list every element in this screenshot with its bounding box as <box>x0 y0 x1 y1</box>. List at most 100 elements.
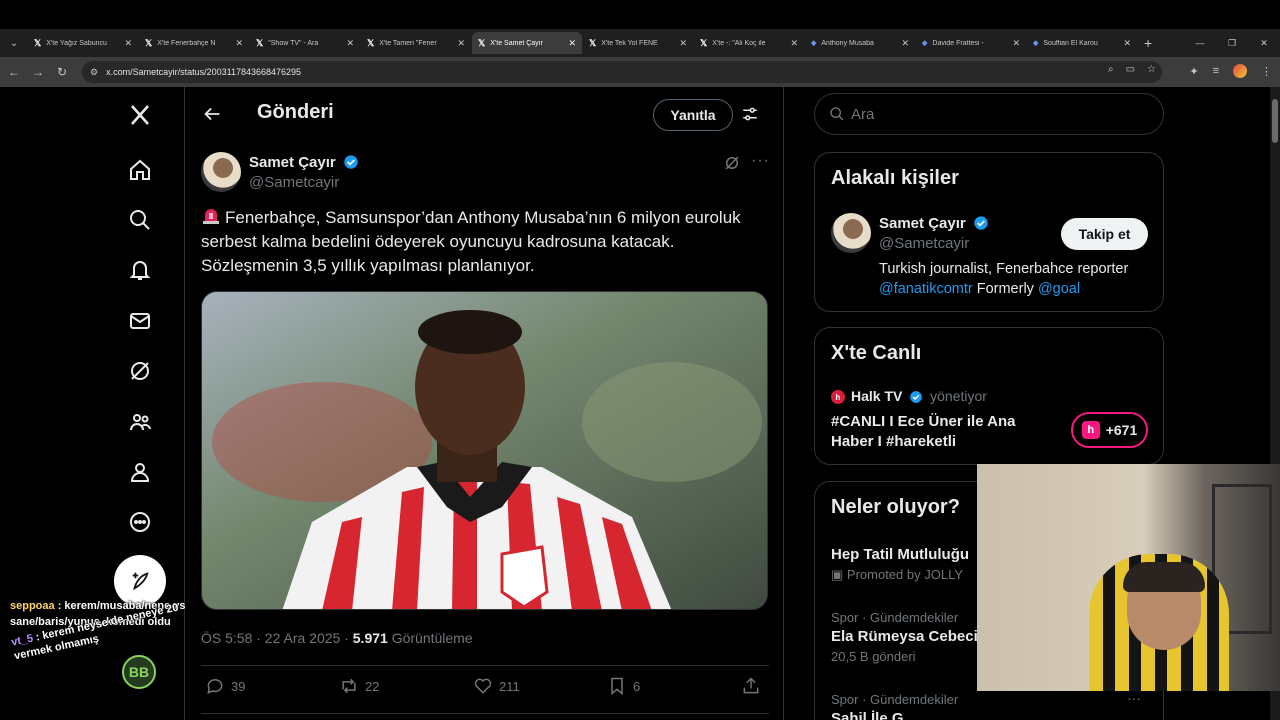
browser-tab[interactable]: 𝕏 X'te Tameri "Fener ✕ <box>361 32 471 54</box>
post-time-date[interactable]: ÖS 5:58 · 22 Ara 2025 · <box>201 630 353 646</box>
webcam-person-hair <box>1123 562 1205 592</box>
messages-icon[interactable] <box>124 305 156 337</box>
trend-item[interactable]: Spor · Gündemdekiler Ela Rümeysa Cebeci … <box>831 610 978 664</box>
zoom-icon[interactable]: ⌕ <box>1108 64 1114 75</box>
bio-link-fanatik[interactable]: @fanatikcomtr <box>879 281 973 297</box>
browser-menu-icon[interactable]: ⋮ <box>1261 65 1272 78</box>
site-info-icon[interactable]: ⚙ <box>90 67 98 78</box>
x-favicon-icon: 𝕏 <box>145 37 153 48</box>
related-name[interactable]: Samet Çayır <box>879 215 966 232</box>
verified-badge-icon <box>974 216 988 230</box>
forward-nav-icon[interactable]: → <box>26 65 50 79</box>
browser-tab[interactable]: ◆ Anthony Musaba ✕ <box>805 32 915 54</box>
back-arrow-icon[interactable] <box>201 103 223 125</box>
tab-close-icon[interactable]: ✕ <box>790 38 798 49</box>
profile-avatar[interactable] <box>1233 64 1247 78</box>
profile-icon[interactable] <box>124 456 156 488</box>
trend-sub: Promoted by JOLLY <box>846 567 963 582</box>
related-bio: Turkish journalist, Fenerbahce reporter … <box>879 259 1153 299</box>
home-icon[interactable] <box>124 154 156 186</box>
post-more-icon[interactable]: ··· <box>751 152 770 170</box>
live-stream-title[interactable]: #CANLI I Ece Üner ile Ana Haber I #harek… <box>831 412 1051 452</box>
tab-close-icon[interactable]: ✕ <box>1012 38 1020 49</box>
trend-item[interactable]: Spor · Gündemdekiler Sahil İle G <box>831 692 958 720</box>
url-input[interactable]: ⚙ x.com/Sametcayir/status/20031178436684… <box>82 61 1162 83</box>
browser-tab[interactable]: ◆ Davide Frattesi - ✕ <box>916 32 1026 54</box>
browser-tab[interactable]: 𝕏 X'te -: "Ali Koç ile ✕ <box>694 32 804 54</box>
trend-item[interactable]: Hep Tatil Mutluluğu ▣ Promoted by JOLLY <box>831 546 969 583</box>
tab-label: X'te -: "Ali Koç ile <box>712 39 766 47</box>
related-name-row[interactable]: Samet Çayır <box>879 215 989 232</box>
new-tab-button[interactable]: + <box>1144 35 1152 51</box>
trend-promoted: ▣ Promoted by JOLLY <box>831 567 969 583</box>
x-logo-icon[interactable] <box>124 99 156 131</box>
reading-list-icon[interactable]: ≡ <box>1213 65 1219 77</box>
browser-tab[interactable]: ◆ Souffian El Karou ✕ <box>1027 32 1137 54</box>
restore-icon[interactable]: ❐ <box>1216 38 1248 49</box>
tab-label: Davide Frattesi - <box>932 39 984 47</box>
live-host[interactable]: Halk TV <box>851 388 902 404</box>
search-input[interactable]: Ara <box>814 93 1164 135</box>
live-host-row[interactable]: Halk TV yönetiyor <box>851 388 987 404</box>
reply-action[interactable]: 39 <box>205 676 245 696</box>
post-image[interactable] <box>201 291 768 610</box>
tab-close-icon[interactable]: ✕ <box>346 38 354 49</box>
tab-close-icon[interactable]: ✕ <box>235 38 243 49</box>
bookmark-action[interactable]: 6 <box>607 676 640 696</box>
search-placeholder: Ara <box>851 105 875 123</box>
browser-tab[interactable]: 𝕏 X'te Samet Çayır ✕ <box>472 32 582 54</box>
grok-icon[interactable] <box>124 355 156 387</box>
tab-label: Anthony Musaba <box>821 39 874 47</box>
share-icon <box>743 677 759 694</box>
tab-label: X'te Tek Yol FENE <box>601 39 658 47</box>
page-title: Gönderi <box>257 101 334 123</box>
reply-button[interactable]: Yanıtla <box>653 99 733 131</box>
tab-close-icon[interactable]: ✕ <box>124 38 132 49</box>
live-listeners-badge[interactable]: h +671 <box>1071 412 1148 448</box>
search-icon[interactable] <box>124 204 156 236</box>
back-nav-icon[interactable]: ← <box>2 65 26 79</box>
trend-more-icon[interactable]: ··· <box>1127 690 1141 706</box>
bookmark-star-icon[interactable]: ☆ <box>1147 64 1156 75</box>
reply-count: 39 <box>231 678 246 694</box>
grok-explain-icon[interactable] <box>723 154 741 172</box>
sliders-icon[interactable] <box>741 105 759 123</box>
tab-close-icon[interactable]: ✕ <box>457 38 465 49</box>
browser-tab[interactable]: 𝕏 "Show TV" - Ara ✕ <box>250 32 360 54</box>
bio-link-goal[interactable]: @goal <box>1038 281 1080 297</box>
avatar[interactable] <box>201 152 241 192</box>
tab-close-icon[interactable]: ✕ <box>901 38 909 49</box>
reload-icon[interactable]: ↻ <box>50 65 74 79</box>
author-name[interactable]: Samet Çayır <box>249 154 336 171</box>
like-action[interactable]: 211 <box>473 676 520 696</box>
tab-close-icon[interactable]: ✕ <box>1123 38 1131 49</box>
trend-name: Ela Rümeysa Cebeci <box>831 628 978 645</box>
scrollbar-thumb[interactable] <box>1272 99 1278 143</box>
communities-icon[interactable] <box>124 406 156 438</box>
post-author: Samet Çayır @Sametcayir ··· <box>201 152 769 196</box>
related-handle[interactable]: @Sametcayir <box>879 235 969 252</box>
author-handle[interactable]: @Sametcayir <box>249 174 339 191</box>
extensions-icon[interactable]: ✦ <box>1189 65 1198 78</box>
browser-tab[interactable]: 𝕏 X'te Tek Yol FENE ✕ <box>583 32 693 54</box>
share-action[interactable] <box>741 676 767 696</box>
post-meta: ÖS 5:58 · 22 Ara 2025 · 5.971 Görüntülem… <box>201 630 473 646</box>
browser-tab[interactable]: 𝕏 X'te Yağız Sabuncu ✕ <box>28 32 138 54</box>
tab-close-icon[interactable]: ✕ <box>679 38 687 49</box>
author-name-row[interactable]: Samet Çayır <box>249 154 359 171</box>
browser-tab[interactable]: 𝕏 X'te Fenerbahçe N ✕ <box>139 32 249 54</box>
repost-action[interactable]: 22 <box>339 676 379 696</box>
tab-close-icon[interactable]: ✕ <box>568 38 576 49</box>
x-favicon-icon: 𝕏 <box>589 37 597 48</box>
tab-search-chevron-icon[interactable]: ⌄ <box>0 29 28 57</box>
close-window-icon[interactable]: ✕ <box>1248 38 1280 49</box>
reply-icon <box>207 679 223 694</box>
more-icon[interactable] <box>124 506 156 538</box>
notifications-icon[interactable] <box>124 254 156 286</box>
cast-icon[interactable]: ▭ <box>1126 64 1135 75</box>
promoted-icon: ▣ <box>831 567 847 582</box>
follow-button[interactable]: Takip et <box>1061 218 1148 250</box>
minimize-icon[interactable]: — <box>1184 38 1216 48</box>
related-avatar[interactable] <box>831 213 871 253</box>
repost-icon <box>342 678 356 694</box>
